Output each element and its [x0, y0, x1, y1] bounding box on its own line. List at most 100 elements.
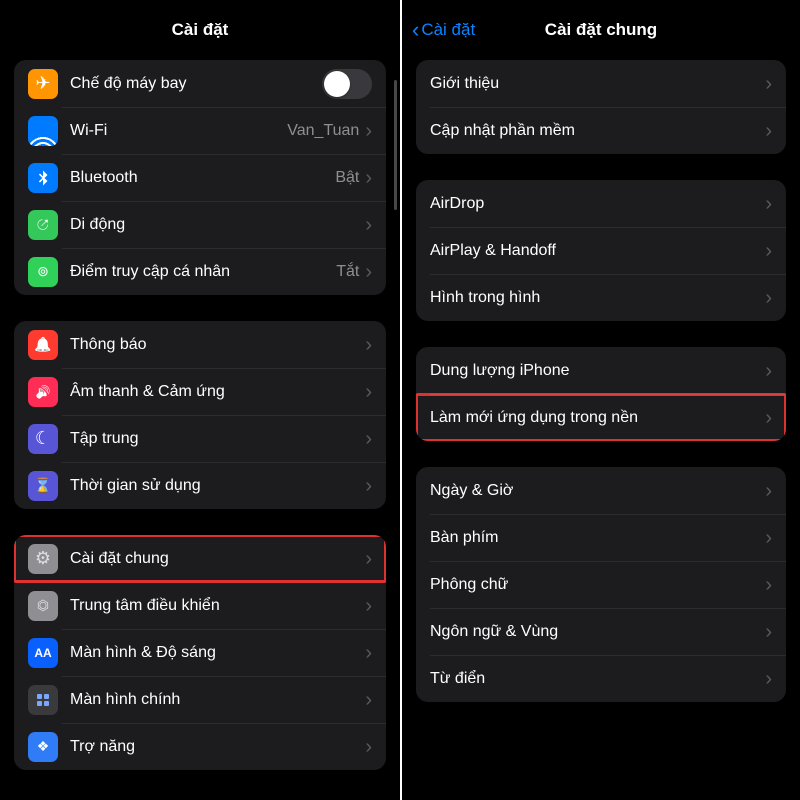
row-label: Cài đặt chung — [70, 550, 365, 568]
airplay-handoff-row[interactable]: AirPlay & Handoff› — [416, 227, 786, 274]
chevron-right-icon: › — [365, 262, 372, 282]
display-row[interactable]: Màn hình & Độ sáng› — [14, 629, 386, 676]
hotspot-row[interactable]: Điểm truy cập cá nhânTắt› — [14, 248, 386, 295]
sounds-row[interactable]: Âm thanh & Cảm ứng› — [14, 368, 386, 415]
row-label: Dung lượng iPhone — [430, 362, 765, 380]
language-region-row[interactable]: Ngôn ngữ & Vùng› — [416, 608, 786, 655]
software-update-row[interactable]: Cập nhật phần mềm› — [416, 107, 786, 154]
sliders-icon — [28, 591, 58, 621]
toggle[interactable] — [322, 69, 372, 99]
bluetooth-row[interactable]: BluetoothBật › — [14, 154, 386, 201]
chevron-right-icon: › — [365, 429, 372, 449]
chevron-right-icon: › — [365, 121, 372, 141]
row-label: Bàn phím — [430, 529, 765, 547]
general-settings-list[interactable]: Giới thiệu›Cập nhật phần mềm›AirDrop›Air… — [402, 60, 800, 702]
accessibility-row[interactable]: Trợ năng› — [14, 723, 386, 770]
chevron-right-icon: › — [765, 288, 772, 308]
back-button[interactable]: ‹ Cài đặt — [412, 0, 475, 60]
pip-row[interactable]: Hình trong hình› — [416, 274, 786, 321]
airplane-mode-row[interactable]: Chế độ máy bay — [14, 60, 386, 107]
settings-group: AirDrop›AirPlay & Handoff›Hình trong hìn… — [416, 180, 786, 321]
bell-icon — [28, 330, 58, 360]
row-label: Màn hình chính — [70, 691, 365, 709]
chevron-right-icon: › — [365, 549, 372, 569]
back-label: Cài đặt — [421, 20, 475, 40]
chevron-right-icon: › — [765, 528, 772, 548]
row-label: Ngày & Giờ — [430, 482, 765, 500]
page-title: Cài đặt — [172, 20, 229, 40]
bluetooth-icon — [28, 163, 58, 193]
chevron-right-icon: › — [765, 241, 772, 261]
cellular-row[interactable]: Di động› — [14, 201, 386, 248]
row-label: Wi-Fi — [70, 122, 287, 140]
wifi-row[interactable]: Wi-FiVan_Tuan › — [14, 107, 386, 154]
nav-bar: Cài đặt — [0, 0, 400, 60]
wifi-icon — [28, 116, 58, 146]
screen-time-row[interactable]: Thời gian sử dụng› — [14, 462, 386, 509]
chevron-right-icon: › — [365, 215, 372, 235]
settings-group: Giới thiệu›Cập nhật phần mềm› — [416, 60, 786, 154]
nav-bar: ‹ Cài đặt Cài đặt chung — [402, 0, 800, 60]
notifications-row[interactable]: Thông báo› — [14, 321, 386, 368]
background-app-refresh-row[interactable]: Làm mới ứng dụng trong nền› — [416, 394, 786, 441]
hourglass-icon — [28, 471, 58, 501]
about-row[interactable]: Giới thiệu› — [416, 60, 786, 107]
chevron-right-icon: › — [765, 622, 772, 642]
general-settings-screen: ‹ Cài đặt Cài đặt chung Giới thiệu›Cập n… — [400, 0, 800, 800]
row-label: Thời gian sử dụng — [70, 477, 365, 495]
settings-screen: Cài đặt Chế độ máy bayWi-FiVan_Tuan›Blue… — [0, 0, 400, 800]
chevron-right-icon: › — [365, 643, 372, 663]
chevron-right-icon: › — [765, 669, 772, 689]
settings-group: Ngày & Giờ›Bàn phím›Phông chữ›Ngôn ngữ &… — [416, 467, 786, 702]
settings-group: Chế độ máy bayWi-FiVan_Tuan›BluetoothBật… — [14, 60, 386, 295]
row-label: Màn hình & Độ sáng — [70, 644, 365, 662]
chevron-right-icon: › — [765, 74, 772, 94]
row-label: AirDrop — [430, 195, 765, 213]
row-label: AirPlay & Handoff — [430, 242, 765, 260]
chevron-right-icon: › — [365, 476, 372, 496]
chevron-right-icon: › — [365, 690, 372, 710]
scrollbar[interactable] — [394, 80, 397, 210]
chevron-right-icon: › — [365, 737, 372, 757]
page-title: Cài đặt chung — [545, 20, 657, 40]
grid-icon — [28, 685, 58, 715]
chevron-right-icon: › — [765, 408, 772, 428]
row-label: Hình trong hình — [430, 289, 765, 307]
gear-icon — [28, 544, 58, 574]
keyboard-row[interactable]: Bàn phím› — [416, 514, 786, 561]
chevron-right-icon: › — [765, 361, 772, 381]
date-time-row[interactable]: Ngày & Giờ› — [416, 467, 786, 514]
fonts-row[interactable]: Phông chữ› — [416, 561, 786, 608]
row-value: Bật — [335, 169, 359, 187]
airplane-icon — [28, 69, 58, 99]
dictionary-row[interactable]: Từ điển› — [416, 655, 786, 702]
chevron-right-icon: › — [765, 121, 772, 141]
row-label: Phông chữ — [430, 576, 765, 594]
settings-group: Dung lượng iPhone›Làm mới ứng dụng trong… — [416, 347, 786, 441]
chevron-right-icon: › — [365, 335, 372, 355]
airdrop-row[interactable]: AirDrop› — [416, 180, 786, 227]
chevron-right-icon: › — [365, 596, 372, 616]
settings-list[interactable]: Chế độ máy bayWi-FiVan_Tuan›BluetoothBật… — [0, 60, 400, 770]
row-label: Làm mới ứng dụng trong nền — [430, 409, 765, 427]
antenna-icon — [28, 210, 58, 240]
moon-icon — [28, 424, 58, 454]
control-center-row[interactable]: Trung tâm điều khiển› — [14, 582, 386, 629]
row-label: Từ điển — [430, 670, 765, 688]
chevron-right-icon: › — [365, 382, 372, 402]
row-label: Âm thanh & Cảm ứng — [70, 383, 365, 401]
home-screen-row[interactable]: Màn hình chính› — [14, 676, 386, 723]
row-label: Bluetooth — [70, 169, 335, 187]
row-value: Van_Tuan — [287, 122, 359, 140]
row-label: Ngôn ngữ & Vùng — [430, 623, 765, 641]
chevron-right-icon: › — [765, 194, 772, 214]
iphone-storage-row[interactable]: Dung lượng iPhone› — [416, 347, 786, 394]
focus-row[interactable]: Tập trung› — [14, 415, 386, 462]
row-label: Tập trung — [70, 430, 365, 448]
row-label: Chế độ máy bay — [70, 75, 322, 93]
general-row[interactable]: Cài đặt chung› — [14, 535, 386, 582]
aa-icon — [28, 638, 58, 668]
row-label: Di động — [70, 216, 365, 234]
row-label: Thông báo — [70, 336, 365, 354]
chevron-right-icon: › — [365, 168, 372, 188]
